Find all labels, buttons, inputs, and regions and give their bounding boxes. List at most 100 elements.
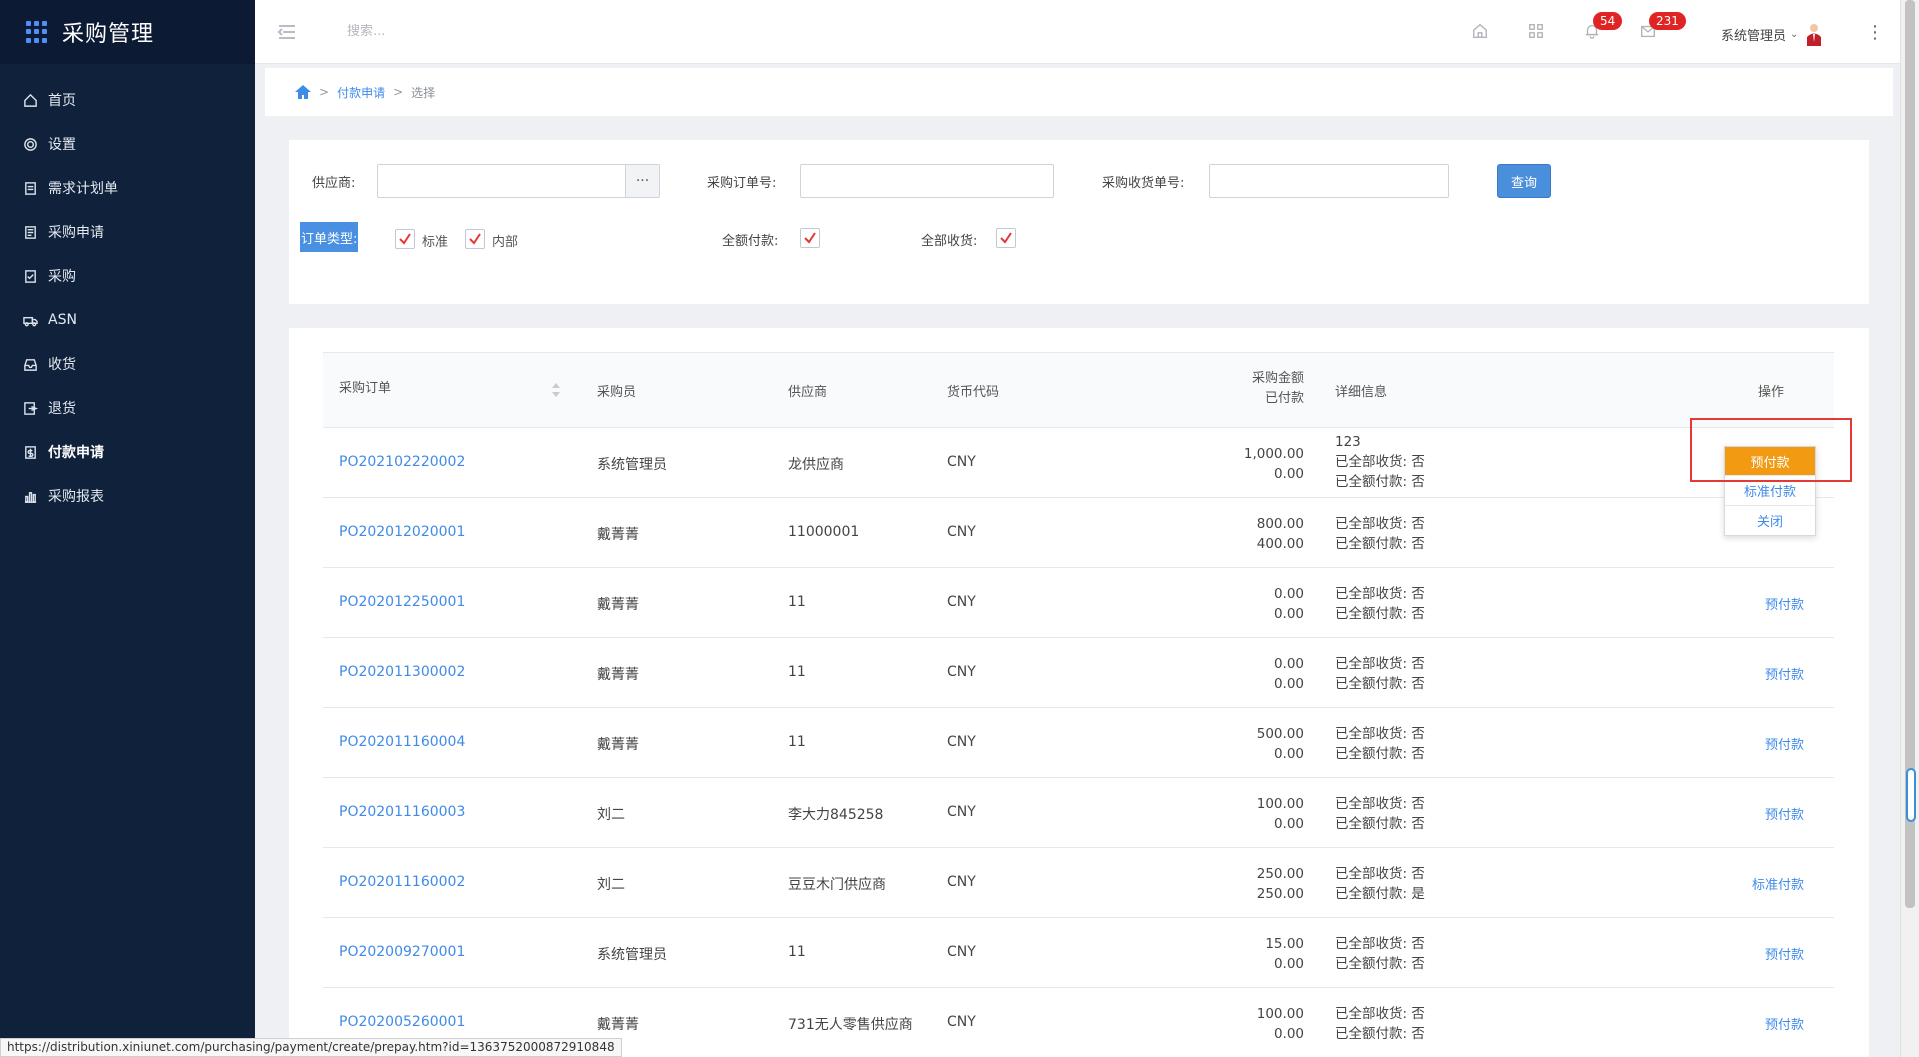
col-po[interactable]: 采购订单 [339,377,391,396]
sidebar-item-7[interactable]: 退货 [0,386,255,430]
home-icon [22,92,38,108]
col-supplier: 供应商 [788,385,828,400]
sidebar-item-1[interactable]: 设置 [0,122,255,166]
search-input[interactable] [347,24,647,39]
sidebar-item-5[interactable]: ASN [0,298,255,342]
standard-checkbox[interactable] [395,229,415,249]
status-bar-url: https://distribution.xiniunet.com/purcha… [0,1038,622,1057]
sidebar-item-label: 需求计划单 [48,181,118,197]
full-payment-checkbox[interactable] [800,228,820,248]
paid-value: 0.00 [1273,746,1304,762]
sidebar-item-3[interactable]: 采购申请 [0,210,255,254]
received-status: 已全部收货: 否 [1335,586,1425,602]
detail-cell: 已全部收货: 否已全额付款: 否 [1335,514,1425,554]
more-vertical-icon[interactable]: ⋮ [1866,22,1884,43]
supplier-cell: 11 [788,734,806,750]
buyer-cell: 戴菁菁 [597,737,639,753]
notification-bell-icon[interactable]: 54 [1583,12,1623,42]
home-icon[interactable] [295,85,311,99]
amount-cell: 15.00 0.00 [1265,934,1304,974]
col-action: 操作 [1758,385,1785,400]
po-link[interactable]: PO202011160002 [339,874,465,890]
full-receipt-label: 全部收货: [921,234,978,249]
app-title: 采购管理 [62,22,155,47]
currency-cell: CNY [947,804,976,820]
top-header: 54 231 系统管理员 ⌄ ⋮ [255,0,1900,64]
sidebar-item-8[interactable]: 付款申请 [0,430,255,474]
internal-checkbox[interactable] [465,229,485,249]
sort-icon[interactable] [551,381,561,399]
apps-grid-icon[interactable] [1527,22,1547,42]
detail-cell: 已全部收货: 否已全额付款: 是 [1335,864,1425,904]
row-action-link[interactable]: 预付款 [1765,664,1804,683]
fullpaid-status: 已全额付款: 否 [1335,746,1425,762]
row-action-link[interactable]: 预付款 [1765,944,1804,963]
sidebar-item-4[interactable]: 采购 [0,254,255,298]
po-link[interactable]: PO202005260001 [339,1014,465,1030]
po-link[interactable]: PO202012250001 [339,594,465,610]
bar-chart-icon [22,488,38,504]
po-link[interactable]: PO202011300002 [339,664,465,680]
receipt-number-label: 采购收货单号: [1102,176,1185,191]
table-body: PO202102220002 系统管理员 龙供应商 CNY 1,000.00 0.00 12… [323,428,1834,1057]
amount-value: 1,000.00 [1243,446,1304,462]
sidebar-item-0[interactable]: 首页 [0,78,255,122]
po-link[interactable]: PO202011160004 [339,734,465,750]
sidebar-item-label: 退货 [48,401,76,417]
app-grid-icon[interactable] [26,21,48,43]
po-link[interactable]: PO202011160003 [339,804,465,820]
amount-value: 15.00 [1265,936,1304,952]
query-button[interactable]: 查询 [1497,164,1551,198]
prepay-button[interactable]: 预付款 [1725,447,1815,475]
fullpaid-status: 已全额付款: 否 [1335,1026,1425,1042]
currency-cell: CNY [947,524,976,540]
user-menu[interactable]: 系统管理员 ⌄ [1721,22,1822,46]
close-option[interactable]: 关闭 [1725,505,1815,535]
table-row: PO202009270001 系统管理员 11 CNY 15.00 0.00 已全部收货: … [323,918,1834,988]
table-row: PO202011160002 刘二 豆豆木门供应商 CNY 250.00 250.00 已全… [323,848,1834,918]
message-icon[interactable]: 231 [1639,12,1686,42]
supplier-picker-button[interactable]: ··· [625,165,659,197]
page-scrollbar[interactable] [1900,0,1919,1057]
breadcrumb-link-payment[interactable]: 付款申请 [337,84,385,101]
receipt-number-input[interactable] [1209,164,1449,198]
row-action-link[interactable]: 预付款 [1765,804,1804,823]
po-link[interactable]: PO202102220002 [339,454,465,470]
breadcrumb: > 付款申请 > 选择 [265,68,1893,116]
order-type-label: 订单类型: [300,222,359,252]
po-link[interactable]: PO202009270001 [339,944,465,960]
paid-value: 400.00 [1256,536,1304,552]
supplier-cell: 豆豆木门供应商 [788,877,886,893]
row-action-link[interactable]: 预付款 [1765,1014,1804,1033]
po-number-input[interactable] [800,164,1054,198]
row-action-link[interactable]: 预付款 [1765,594,1804,613]
sidebar-nav: 首页 设置需求计划单采购申请 采购 ASN 收货退货付款申请 采购报表 [0,78,255,518]
currency-cell: CNY [947,734,976,750]
home-icon[interactable] [1471,22,1491,42]
col-detail: 详细信息 [1335,385,1388,400]
fullpaid-status: 已全额付款: 否 [1335,474,1425,490]
full-receipt-checkbox[interactable] [996,228,1016,248]
received-status: 已全部收货: 否 [1335,866,1425,882]
form-icon [22,224,38,240]
row-action-link[interactable]: 预付款 [1765,734,1804,753]
standard-payment-option[interactable]: 标准付款 [1725,475,1815,505]
po-link[interactable]: PO202012020001 [339,524,465,540]
scroll-handle[interactable] [1906,768,1916,822]
return-icon [22,400,38,416]
row-action-link[interactable]: 标准付款 [1752,874,1804,893]
col-amount-line1: 采购金额 [1251,371,1304,386]
sidebar: 采购管理 首页 设置需求计划单采购申请 采购 ASN 收货退货付款申请 采购报表 [0,0,255,1057]
menu-toggle-icon[interactable] [277,22,297,42]
sidebar-item-2[interactable]: 需求计划单 [0,166,255,210]
amount-cell: 0.00 0.00 [1274,584,1304,624]
inbox-icon [22,356,38,372]
sidebar-item-9[interactable]: 采购报表 [0,474,255,518]
detail-cell: 已全部收货: 否已全额付款: 否 [1335,584,1425,624]
supplier-field[interactable]: ··· [377,164,660,198]
sidebar-item-6[interactable]: 收货 [0,342,255,386]
paid-value: 0.00 [1273,816,1304,832]
received-status: 已全部收货: 否 [1335,516,1425,532]
amount-value: 800.00 [1256,516,1304,532]
received-status: 已全部收货: 否 [1335,454,1425,470]
